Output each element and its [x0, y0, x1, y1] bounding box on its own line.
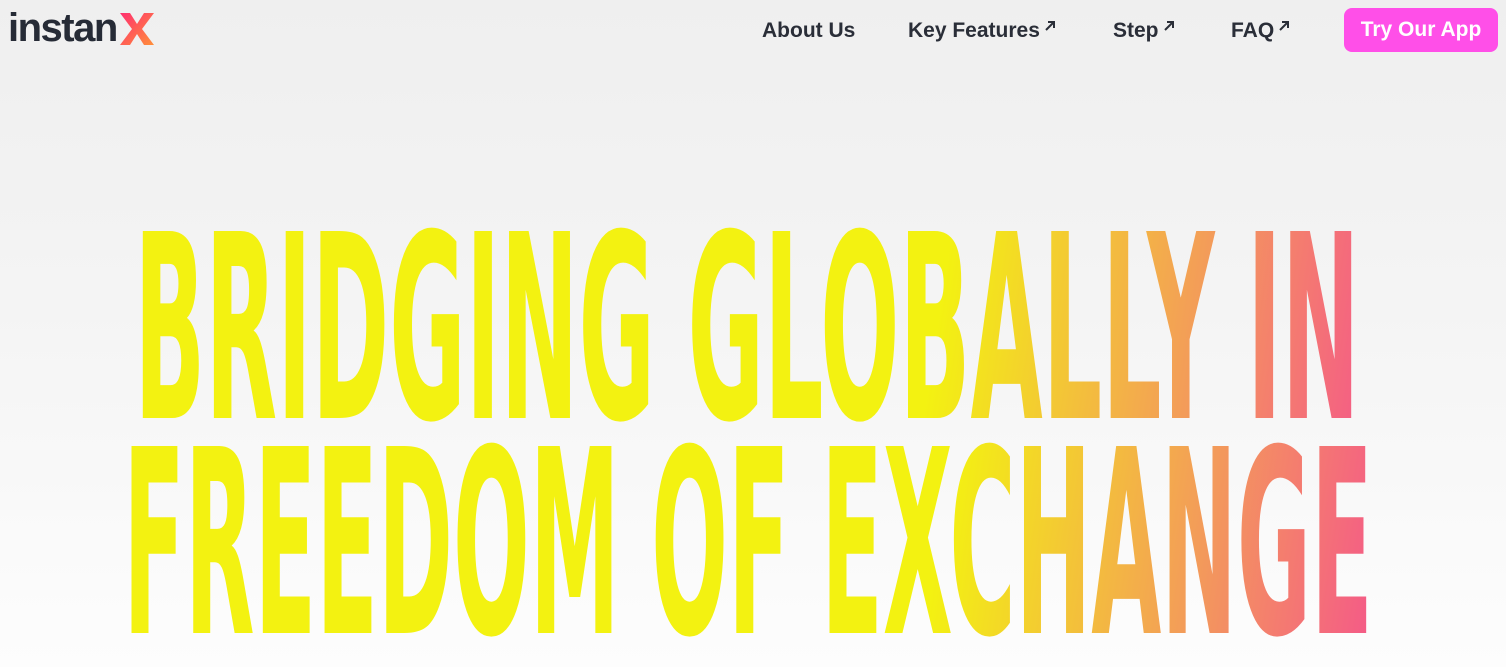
hero-headline: BRIDGING GLOBALLY IN FREEDOM OF EXCHANGE — [123, 180, 1373, 667]
hero-line-2: FREEDOM OF EXCHANGE — [123, 395, 1373, 667]
